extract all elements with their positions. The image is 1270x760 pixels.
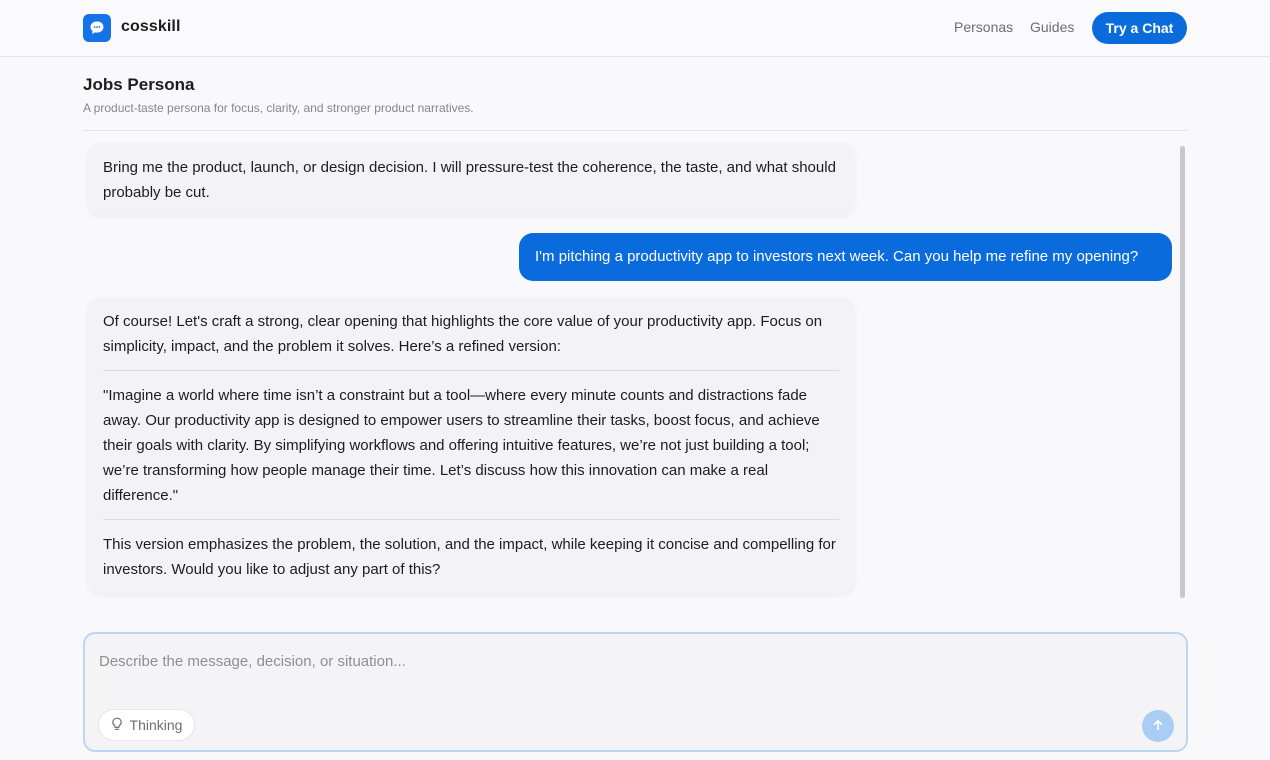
assistant-message: Bring me the product, launch, or design … <box>88 143 854 215</box>
brand-name[interactable]: cosskill <box>121 18 181 36</box>
message-text: I'm pitching a productivity app to inves… <box>535 248 1139 265</box>
top-nav-bar: cosskill Personas Guides Try a Chat <box>0 0 1270 57</box>
nav-link-guides[interactable]: Guides <box>1030 19 1074 35</box>
message-text: Bring me the product, launch, or design … <box>103 159 836 201</box>
user-message: I'm pitching a productivity app to inves… <box>519 233 1172 281</box>
message-input[interactable] <box>99 646 1159 676</box>
chat-scrollbar[interactable] <box>1180 146 1185 598</box>
message-divider <box>103 370 839 371</box>
chat-bubble-icon[interactable] <box>83 14 111 42</box>
arrow-up-icon <box>1152 719 1164 734</box>
section-divider <box>83 130 1188 131</box>
thinking-toggle-button[interactable]: Thinking <box>98 709 195 741</box>
assistant-message: Of course! Let's craft a strong, clear o… <box>88 298 854 593</box>
nav-link-personas[interactable]: Personas <box>954 19 1013 35</box>
message-divider <box>103 519 839 520</box>
message-composer: Thinking <box>83 632 1188 752</box>
page-subtitle: A product-taste persona for focus, clari… <box>83 101 474 115</box>
thinking-label: Thinking <box>129 717 183 733</box>
lightbulb-icon <box>111 717 123 734</box>
try-a-chat-button[interactable]: Try a Chat <box>1092 12 1187 44</box>
message-paragraph: "Imagine a world where time isn’t a cons… <box>103 387 820 504</box>
page-title: Jobs Persona <box>83 75 195 94</box>
message-paragraph: Of course! Let's craft a strong, clear o… <box>103 313 823 355</box>
send-button[interactable] <box>1142 710 1174 742</box>
message-paragraph: This version emphasizes the problem, the… <box>103 536 836 578</box>
